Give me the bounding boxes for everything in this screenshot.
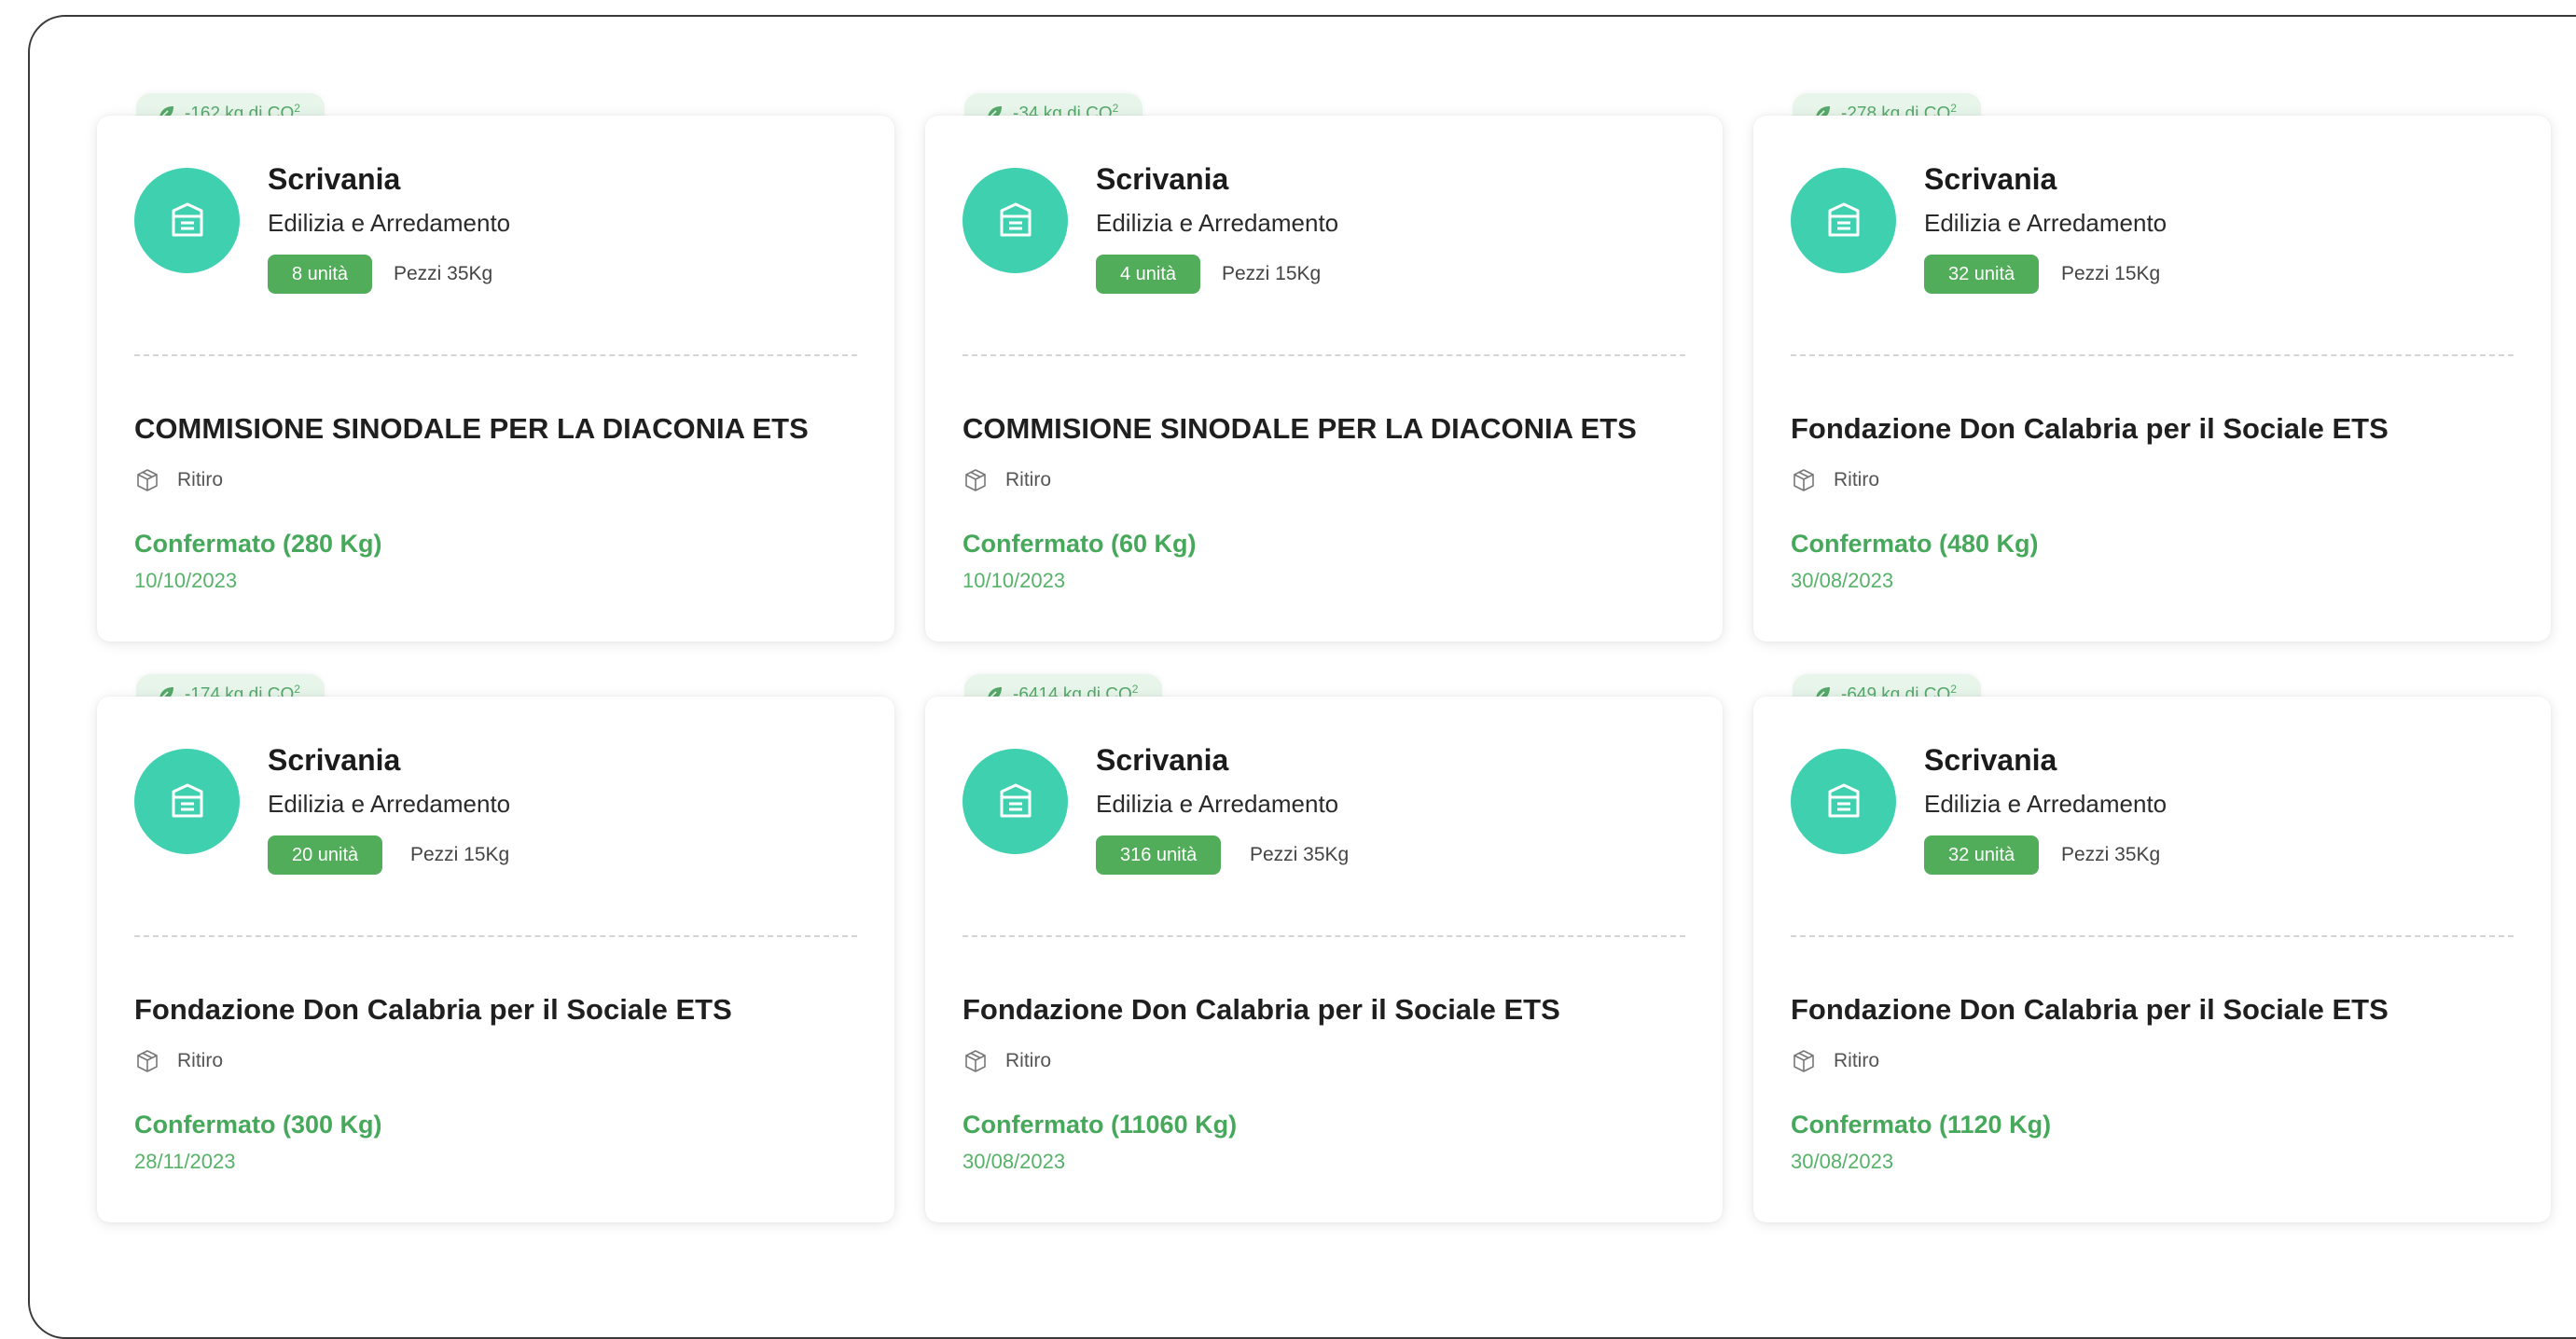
- item-avatar: [134, 168, 240, 273]
- pickup-row: Ritiro: [963, 1048, 1051, 1074]
- pickup-row: Ritiro: [1791, 1048, 1879, 1074]
- donation-cards-grid: -162 kg di CO2 Scrivania Edilizia e Arre…: [97, 93, 2551, 1222]
- card-body: Scrivania Edilizia e Arredamento 20 unit…: [97, 697, 894, 1222]
- status-text: Confermato (11060 Kg): [963, 1111, 1238, 1139]
- donation-card[interactable]: -34 kg di CO2 Scrivania Edilizia e Arred…: [925, 93, 1723, 642]
- item-name: Scrivania: [1924, 743, 2057, 777]
- date-text: 30/08/2023: [1791, 569, 1894, 592]
- dashed-divider: [134, 935, 857, 937]
- dashed-divider: [963, 354, 1685, 356]
- furniture-box-icon: [172, 202, 202, 236]
- donation-card[interactable]: -174 kg di CO2 Scrivania Edilizia e Arre…: [97, 674, 894, 1222]
- furniture-box-icon: [1000, 783, 1031, 817]
- package-icon: [965, 469, 986, 491]
- item-category: Edilizia e Arredamento: [1096, 790, 1339, 818]
- card-body: Scrivania Edilizia e Arredamento 316 uni…: [925, 697, 1723, 1222]
- status-text: Confermato (60 Kg): [963, 530, 1197, 558]
- item-category: Edilizia e Arredamento: [1096, 209, 1339, 237]
- status-text: Confermato (480 Kg): [1791, 530, 2039, 558]
- item-name: Scrivania: [268, 162, 401, 196]
- card-body: Scrivania Edilizia e Arredamento 32 unit…: [1753, 697, 2551, 1222]
- organization-name: Fondazione Don Calabria per il Sociale E…: [1791, 993, 2389, 1026]
- pieces-weight: Pezzi 15Kg: [410, 844, 510, 865]
- organization-name: COMMISIONE SINODALE PER LA DIACONIA ETS: [134, 412, 809, 445]
- item-name: Scrivania: [1096, 743, 1229, 777]
- quantity-badge: 316 unità: [1096, 835, 1222, 875]
- date-text: 30/08/2023: [963, 1150, 1066, 1173]
- donation-card[interactable]: -649 kg di CO2 Scrivania Edilizia e Arre…: [1753, 674, 2551, 1222]
- card-body: Scrivania Edilizia e Arredamento 8 unità…: [97, 116, 894, 642]
- pieces-weight: Pezzi 15Kg: [2061, 263, 2161, 284]
- item-avatar: [1791, 749, 1896, 854]
- furniture-box-icon: [1828, 202, 1859, 236]
- item-avatar: [963, 168, 1068, 273]
- organization-name: Fondazione Don Calabria per il Sociale E…: [963, 993, 1560, 1026]
- pickup-row: Ritiro: [963, 467, 1051, 493]
- quantity-badge: 8 unità: [268, 255, 373, 294]
- quantity-badge: 20 unità: [268, 835, 383, 875]
- donation-card[interactable]: -162 kg di CO2 Scrivania Edilizia e Arre…: [97, 93, 894, 642]
- pickup-label: Ritiro: [1834, 1050, 1880, 1071]
- donation-card[interactable]: -6414 kg di CO2 Scrivania Edilizia e Arr…: [925, 674, 1723, 1222]
- pieces-weight: Pezzi 35Kg: [1250, 844, 1350, 865]
- item-category: Edilizia e Arredamento: [268, 790, 511, 818]
- organization-name: Fondazione Don Calabria per il Sociale E…: [134, 993, 732, 1026]
- pickup-label: Ritiro: [1005, 1050, 1052, 1071]
- pieces-weight: Pezzi 35Kg: [394, 263, 493, 284]
- item-name: Scrivania: [268, 743, 401, 777]
- quantity-badge: 4 unità: [1096, 255, 1201, 294]
- date-text: 10/10/2023: [134, 569, 238, 592]
- pickup-row: Ritiro: [134, 467, 223, 493]
- status-text: Confermato (300 Kg): [134, 1111, 382, 1139]
- date-text: 30/08/2023: [1791, 1150, 1894, 1173]
- item-category: Edilizia e Arredamento: [1924, 790, 2167, 818]
- package-icon: [1794, 1050, 1814, 1072]
- package-icon: [965, 1050, 986, 1072]
- date-text: 28/11/2023: [134, 1150, 236, 1173]
- pickup-label: Ritiro: [1005, 469, 1052, 490]
- package-icon: [137, 469, 158, 491]
- furniture-box-icon: [172, 783, 202, 817]
- dashed-divider: [134, 354, 857, 356]
- furniture-box-icon: [1000, 202, 1031, 236]
- date-text: 10/10/2023: [963, 569, 1066, 592]
- item-name: Scrivania: [1096, 162, 1229, 196]
- dashed-divider: [1791, 354, 2514, 356]
- quantity-badge: 32 unità: [1924, 255, 2040, 294]
- pickup-label: Ritiro: [1834, 469, 1880, 490]
- card-body: Scrivania Edilizia e Arredamento 32 unit…: [1753, 116, 2551, 642]
- package-icon: [1794, 469, 1814, 491]
- furniture-box-icon: [1828, 783, 1859, 817]
- dashed-divider: [1791, 935, 2514, 937]
- pickup-label: Ritiro: [177, 469, 224, 490]
- card-body: Scrivania Edilizia e Arredamento 4 unità…: [925, 116, 1723, 642]
- donation-card[interactable]: -278 kg di CO2 Scrivania Edilizia e Arre…: [1753, 93, 2551, 642]
- quantity-badge: 32 unità: [1924, 835, 2040, 875]
- organization-name: Fondazione Don Calabria per il Sociale E…: [1791, 412, 2389, 445]
- pieces-weight: Pezzi 15Kg: [1222, 263, 1322, 284]
- item-category: Edilizia e Arredamento: [268, 209, 511, 237]
- item-avatar: [1791, 168, 1896, 273]
- status-text: Confermato (280 Kg): [134, 530, 382, 558]
- item-name: Scrivania: [1924, 162, 2057, 196]
- item-avatar: [134, 749, 240, 854]
- status-text: Confermato (1120 Kg): [1791, 1111, 2052, 1139]
- pickup-row: Ritiro: [134, 1048, 223, 1074]
- package-icon: [137, 1050, 158, 1072]
- pieces-weight: Pezzi 35Kg: [2061, 844, 2161, 865]
- organization-name: COMMISIONE SINODALE PER LA DIACONIA ETS: [963, 412, 1637, 445]
- pickup-row: Ritiro: [1791, 467, 1879, 493]
- item-category: Edilizia e Arredamento: [1924, 209, 2167, 237]
- pickup-label: Ritiro: [177, 1050, 224, 1071]
- item-avatar: [963, 749, 1068, 854]
- dashed-divider: [963, 935, 1685, 937]
